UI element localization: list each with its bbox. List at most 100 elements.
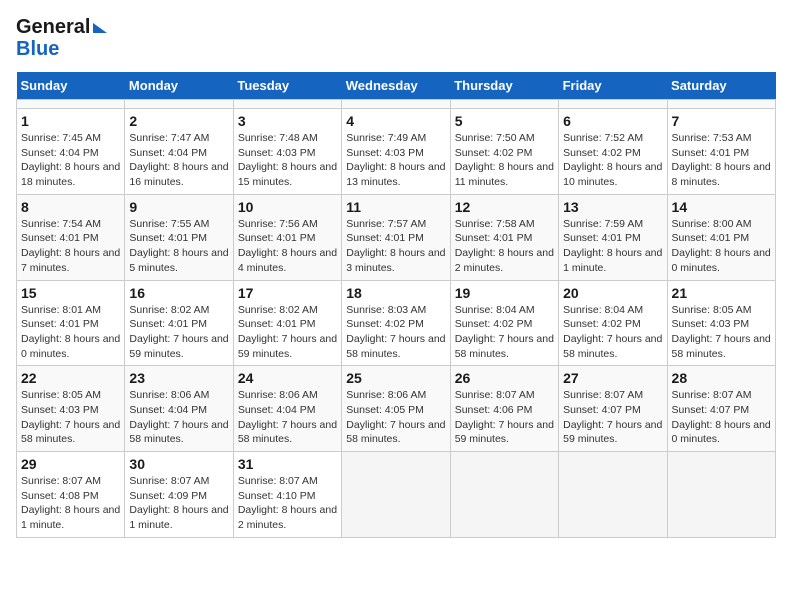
calendar-day-cell: 15 Sunrise: 8:01 AMSunset: 4:01 PMDayligh… [17,280,125,366]
day-info: Sunrise: 7:48 AMSunset: 4:03 PMDaylight:… [238,131,337,190]
calendar-day-cell [125,100,233,109]
calendar-day-cell: 28Sunrise: 8:07 AMSunset: 4:07 PMDayligh… [667,366,775,452]
day-number: 31 [238,456,337,472]
day-info: Sunrise: 8:07 AMSunset: 4:07 PMDaylight:… [672,388,771,447]
calendar-day-cell: 10Sunrise: 7:56 AMSunset: 4:01 PMDayligh… [233,194,341,280]
day-info: Sunrise: 7:53 AMSunset: 4:01 PMDaylight:… [672,131,771,190]
day-info: Sunrise: 8:02 AMSunset: 4:01 PMDaylight:… [238,303,337,362]
calendar-day-cell: 21 Sunrise: 8:05 AMSunset: 4:03 PMDayligh… [667,280,775,366]
day-number: 12 [455,199,554,215]
calendar-day-cell: 22Sunrise: 8:05 AMSunset: 4:03 PMDayligh… [17,366,125,452]
calendar-day-cell: 3 Sunrise: 7:48 AMSunset: 4:03 PMDaylight… [233,109,341,195]
calendar-day-cell: 8 Sunrise: 7:54 AMSunset: 4:01 PMDaylight… [17,194,125,280]
column-header-friday: Friday [559,72,667,100]
day-number: 5 [455,113,554,129]
day-number: 16 [129,285,228,301]
day-info: Sunrise: 8:04 AMSunset: 4:02 PMDaylight:… [563,303,662,362]
day-number: 27 [563,370,662,386]
calendar-day-cell: 26 Sunrise: 8:07 AMSunset: 4:06 PMDayligh… [450,366,558,452]
day-number: 14 [672,199,771,215]
calendar-day-cell: 9 Sunrise: 7:55 AMSunset: 4:01 PMDaylight… [125,194,233,280]
day-number: 13 [563,199,662,215]
calendar-day-cell: 27 Sunrise: 8:07 AMSunset: 4:07 PMDayligh… [559,366,667,452]
day-info: Sunrise: 8:07 AMSunset: 4:07 PMDaylight:… [563,388,662,447]
day-info: Sunrise: 8:04 AMSunset: 4:02 PMDaylight:… [455,303,554,362]
day-info: Sunrise: 8:07 AMSunset: 4:09 PMDaylight:… [129,474,228,533]
day-number: 9 [129,199,228,215]
calendar-day-cell [667,100,775,109]
day-info: Sunrise: 7:55 AMSunset: 4:01 PMDaylight:… [129,217,228,276]
calendar-day-cell: 31 Sunrise: 8:07 AMSunset: 4:10 PMDayligh… [233,452,341,538]
calendar-day-cell: 19 Sunrise: 8:04 AMSunset: 4:02 PMDayligh… [450,280,558,366]
calendar-week-row: 22Sunrise: 8:05 AMSunset: 4:03 PMDayligh… [17,366,776,452]
logo-blue-text: Blue [16,38,59,60]
day-number: 30 [129,456,228,472]
calendar-day-cell: 12Sunrise: 7:58 AMSunset: 4:01 PMDayligh… [450,194,558,280]
day-info: Sunrise: 8:05 AMSunset: 4:03 PMDaylight:… [672,303,771,362]
day-info: Sunrise: 8:07 AMSunset: 4:06 PMDaylight:… [455,388,554,447]
day-number: 11 [346,199,445,215]
calendar-day-cell [342,452,450,538]
day-info: Sunrise: 7:50 AMSunset: 4:02 PMDaylight:… [455,131,554,190]
column-header-tuesday: Tuesday [233,72,341,100]
day-info: Sunrise: 7:47 AMSunset: 4:04 PMDaylight:… [129,131,228,190]
day-number: 19 [455,285,554,301]
calendar-day-cell: 11 Sunrise: 7:57 AMSunset: 4:01 PMDayligh… [342,194,450,280]
calendar-week-row [17,100,776,109]
day-number: 21 [672,285,771,301]
calendar-week-row: 15 Sunrise: 8:01 AMSunset: 4:01 PMDayligh… [17,280,776,366]
day-number: 23 [129,370,228,386]
calendar-day-cell [559,452,667,538]
calendar-day-cell: 14Sunrise: 8:00 AMSunset: 4:01 PMDayligh… [667,194,775,280]
calendar-day-cell [667,452,775,538]
day-number: 24 [238,370,337,386]
day-number: 3 [238,113,337,129]
day-info: Sunrise: 7:45 AMSunset: 4:04 PMDaylight:… [21,131,120,190]
column-header-saturday: Saturday [667,72,775,100]
day-number: 26 [455,370,554,386]
day-number: 2 [129,113,228,129]
calendar-day-cell: 18 Sunrise: 8:03 AMSunset: 4:02 PMDayligh… [342,280,450,366]
column-header-wednesday: Wednesday [342,72,450,100]
day-info: Sunrise: 7:57 AMSunset: 4:01 PMDaylight:… [346,217,445,276]
calendar-day-cell [450,100,558,109]
calendar-day-cell: 23Sunrise: 8:06 AMSunset: 4:04 PMDayligh… [125,366,233,452]
day-number: 29 [21,456,120,472]
calendar-day-cell: 7 Sunrise: 7:53 AMSunset: 4:01 PMDaylight… [667,109,775,195]
column-header-sunday: Sunday [17,72,125,100]
column-header-monday: Monday [125,72,233,100]
calendar-day-cell: 2 Sunrise: 7:47 AMSunset: 4:04 PMDaylight… [125,109,233,195]
column-header-thursday: Thursday [450,72,558,100]
calendar-day-cell: 4Sunrise: 7:49 AMSunset: 4:03 PMDaylight… [342,109,450,195]
day-number: 8 [21,199,120,215]
logo-arrow-icon [93,23,107,33]
calendar-week-row: 1Sunrise: 7:45 AMSunset: 4:04 PMDaylight… [17,109,776,195]
day-number: 25 [346,370,445,386]
calendar-day-cell [233,100,341,109]
calendar-day-cell: 1Sunrise: 7:45 AMSunset: 4:04 PMDaylight… [17,109,125,195]
calendar-day-cell: 6Sunrise: 7:52 AMSunset: 4:02 PMDaylight… [559,109,667,195]
day-info: Sunrise: 7:54 AMSunset: 4:01 PMDaylight:… [21,217,120,276]
day-info: Sunrise: 8:07 AMSunset: 4:08 PMDaylight:… [21,474,120,533]
day-info: Sunrise: 7:49 AMSunset: 4:03 PMDaylight:… [346,131,445,190]
calendar-day-cell: 13 Sunrise: 7:59 AMSunset: 4:01 PMDayligh… [559,194,667,280]
day-info: Sunrise: 8:07 AMSunset: 4:10 PMDaylight:… [238,474,337,533]
day-info: Sunrise: 8:03 AMSunset: 4:02 PMDaylight:… [346,303,445,362]
day-number: 10 [238,199,337,215]
calendar-week-row: 8 Sunrise: 7:54 AMSunset: 4:01 PMDaylight… [17,194,776,280]
day-info: Sunrise: 8:01 AMSunset: 4:01 PMDaylight:… [21,303,120,362]
calendar-day-cell: 30 Sunrise: 8:07 AMSunset: 4:09 PMDayligh… [125,452,233,538]
day-info: Sunrise: 8:06 AMSunset: 4:05 PMDaylight:… [346,388,445,447]
calendar-table: SundayMondayTuesdayWednesdayThursdayFrid… [16,72,776,538]
day-number: 18 [346,285,445,301]
calendar-day-cell: 17 Sunrise: 8:02 AMSunset: 4:01 PMDayligh… [233,280,341,366]
calendar-week-row: 29 Sunrise: 8:07 AMSunset: 4:08 PMDayligh… [17,452,776,538]
day-info: Sunrise: 7:59 AMSunset: 4:01 PMDaylight:… [563,217,662,276]
day-info: Sunrise: 7:52 AMSunset: 4:02 PMDaylight:… [563,131,662,190]
day-info: Sunrise: 8:06 AMSunset: 4:04 PMDaylight:… [238,388,337,447]
day-number: 15 [21,285,120,301]
day-number: 7 [672,113,771,129]
calendar-day-cell [450,452,558,538]
calendar-day-cell: 16Sunrise: 8:02 AMSunset: 4:01 PMDayligh… [125,280,233,366]
day-number: 17 [238,285,337,301]
